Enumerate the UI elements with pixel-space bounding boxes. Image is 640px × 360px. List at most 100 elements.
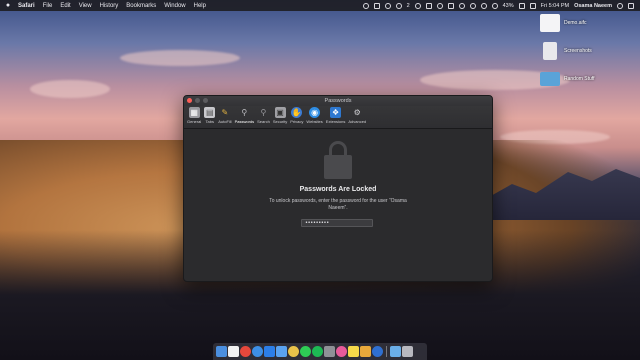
desktop-item-label: Demo.aifc — [564, 20, 587, 26]
spotlight-icon[interactable] — [617, 2, 623, 9]
menu-bar: ● Safari File Edit View History Bookmark… — [0, 0, 640, 11]
sketch-icon[interactable] — [360, 346, 371, 357]
desktop-item-label: Screenshots — [564, 48, 592, 54]
battery-percent[interactable]: 43% — [503, 3, 514, 9]
tab-label: AutoFill — [218, 119, 232, 124]
tab-label: Advanced — [348, 119, 367, 124]
menu-edit[interactable]: Edit — [60, 3, 70, 9]
preferences-window: Passwords ▦ General ▤ Tabs ✎ AutoFill ⚲ … — [183, 95, 493, 282]
tab-passwords[interactable]: ⚲ Passwords — [235, 106, 255, 128]
dock-separator — [386, 346, 387, 357]
tab-label: Extensions — [325, 119, 346, 124]
puzzle-icon: ❖ — [330, 107, 342, 118]
status-app-icon[interactable] — [362, 2, 369, 9]
desktop-item[interactable]: Random Stuff — [540, 72, 640, 86]
status-app-icon[interactable] — [414, 2, 421, 9]
battery-icon[interactable] — [518, 2, 525, 9]
menu-window[interactable]: Window — [164, 3, 185, 9]
lock-icon: ▣ — [274, 107, 286, 118]
status-app-icon[interactable] — [436, 2, 443, 9]
tab-security[interactable]: ▣ Security — [273, 106, 287, 128]
app-store-icon[interactable] — [264, 346, 275, 357]
wifi-icon[interactable] — [480, 2, 487, 9]
preferences-toolbar: ▦ General ▤ Tabs ✎ AutoFill ⚲ Passwords … — [184, 106, 492, 129]
gear-icon: ⚙ — [353, 108, 361, 117]
menu-help[interactable]: Help — [194, 3, 206, 9]
tab-label: Tabs — [205, 119, 214, 124]
tab-label: Passwords — [234, 119, 255, 124]
wallpaper-cloud — [120, 50, 240, 66]
tab-label: Search — [257, 119, 270, 124]
status-app-icon[interactable] — [373, 2, 380, 9]
desktop-item[interactable]: Screenshots — [540, 42, 640, 60]
tab-label: General — [187, 119, 202, 124]
status-app-icon[interactable] — [395, 2, 402, 9]
key-icon: ⚲ — [241, 108, 248, 117]
notes-icon[interactable] — [348, 346, 359, 357]
wallpaper-cloud — [30, 80, 110, 98]
password-field[interactable]: ••••••••• — [301, 219, 373, 227]
desktop-item[interactable]: Demo.aifc — [540, 14, 640, 32]
whatsapp-icon[interactable] — [300, 346, 311, 357]
globe-icon: ◉ — [309, 107, 321, 118]
chrome-icon[interactable] — [240, 346, 251, 357]
spotify-icon[interactable] — [312, 346, 323, 357]
tab-label: Security — [272, 119, 288, 124]
menu-history[interactable]: History — [100, 3, 119, 9]
finder-icon[interactable] — [216, 346, 227, 357]
tab-autofill[interactable]: ✎ AutoFill — [218, 106, 231, 128]
status-app-icon[interactable] — [425, 2, 432, 9]
menu-view[interactable]: View — [79, 3, 92, 9]
tab-search[interactable]: ⚲ Search — [257, 106, 270, 128]
general-icon: ▦ — [188, 107, 200, 118]
trash-icon[interactable] — [402, 346, 413, 357]
desktop-item-label: Random Stuff — [564, 76, 595, 82]
itunes-icon[interactable] — [336, 346, 347, 357]
status-area: 2 43% Fri 5:04 PM Osama Naeem — [362, 2, 634, 9]
photos-icon[interactable] — [288, 346, 299, 357]
menu-user[interactable]: Osama Naeem — [574, 3, 612, 9]
notification-center-icon[interactable] — [628, 2, 634, 9]
menu-app-name[interactable]: Safari — [18, 3, 35, 9]
safari-icon[interactable] — [252, 346, 263, 357]
menu-bookmarks[interactable]: Bookmarks — [126, 3, 156, 9]
zoom-button[interactable] — [203, 98, 208, 103]
system-preferences-icon[interactable] — [324, 346, 335, 357]
time-machine-icon[interactable] — [469, 2, 476, 9]
status-app-icon[interactable] — [447, 2, 454, 9]
apple-menu-icon[interactable]: ● — [4, 2, 12, 10]
flag-icon[interactable] — [529, 2, 536, 9]
tab-advanced[interactable]: ⚙ Advanced — [348, 106, 366, 128]
volume-icon[interactable] — [491, 2, 498, 9]
locked-message: To unlock passwords, enter the password … — [269, 198, 407, 211]
mail-icon[interactable] — [276, 346, 287, 357]
window-titlebar[interactable]: Passwords — [184, 96, 492, 106]
minimize-button[interactable] — [195, 98, 200, 103]
audio-file-icon — [540, 14, 560, 32]
calendar-icon[interactable] — [228, 346, 239, 357]
bluetooth-icon[interactable] — [458, 2, 465, 9]
large-lock-icon — [324, 141, 352, 179]
status-app-icon[interactable] — [384, 2, 391, 9]
window-title: Passwords — [324, 98, 352, 104]
menu-file[interactable]: File — [43, 3, 53, 9]
notification-count[interactable]: 2 — [407, 3, 410, 9]
quicktime-icon[interactable] — [372, 346, 383, 357]
autofill-icon: ✎ — [221, 108, 229, 117]
tabs-icon: ▤ — [204, 107, 216, 118]
folder-icon — [543, 42, 557, 60]
tab-label: Privacy — [290, 119, 304, 124]
menu-clock[interactable]: Fri 5:04 PM — [541, 3, 569, 9]
close-button[interactable] — [187, 98, 192, 103]
passwords-pane: Passwords Are Locked To unlock passwords… — [184, 129, 492, 281]
privacy-hand-icon: ✋ — [291, 107, 303, 118]
tab-websites[interactable]: ◉ Websites — [306, 106, 323, 128]
tab-general[interactable]: ▦ General — [187, 106, 201, 128]
downloads-folder-icon[interactable] — [390, 346, 401, 357]
tab-tabs[interactable]: ▤ Tabs — [204, 106, 216, 128]
search-icon: ⚲ — [260, 108, 267, 117]
tab-privacy[interactable]: ✋ Privacy — [290, 106, 303, 128]
tab-extensions[interactable]: ❖ Extensions — [325, 106, 346, 128]
folder-icon — [540, 72, 560, 86]
tab-label: Websites — [306, 119, 323, 124]
